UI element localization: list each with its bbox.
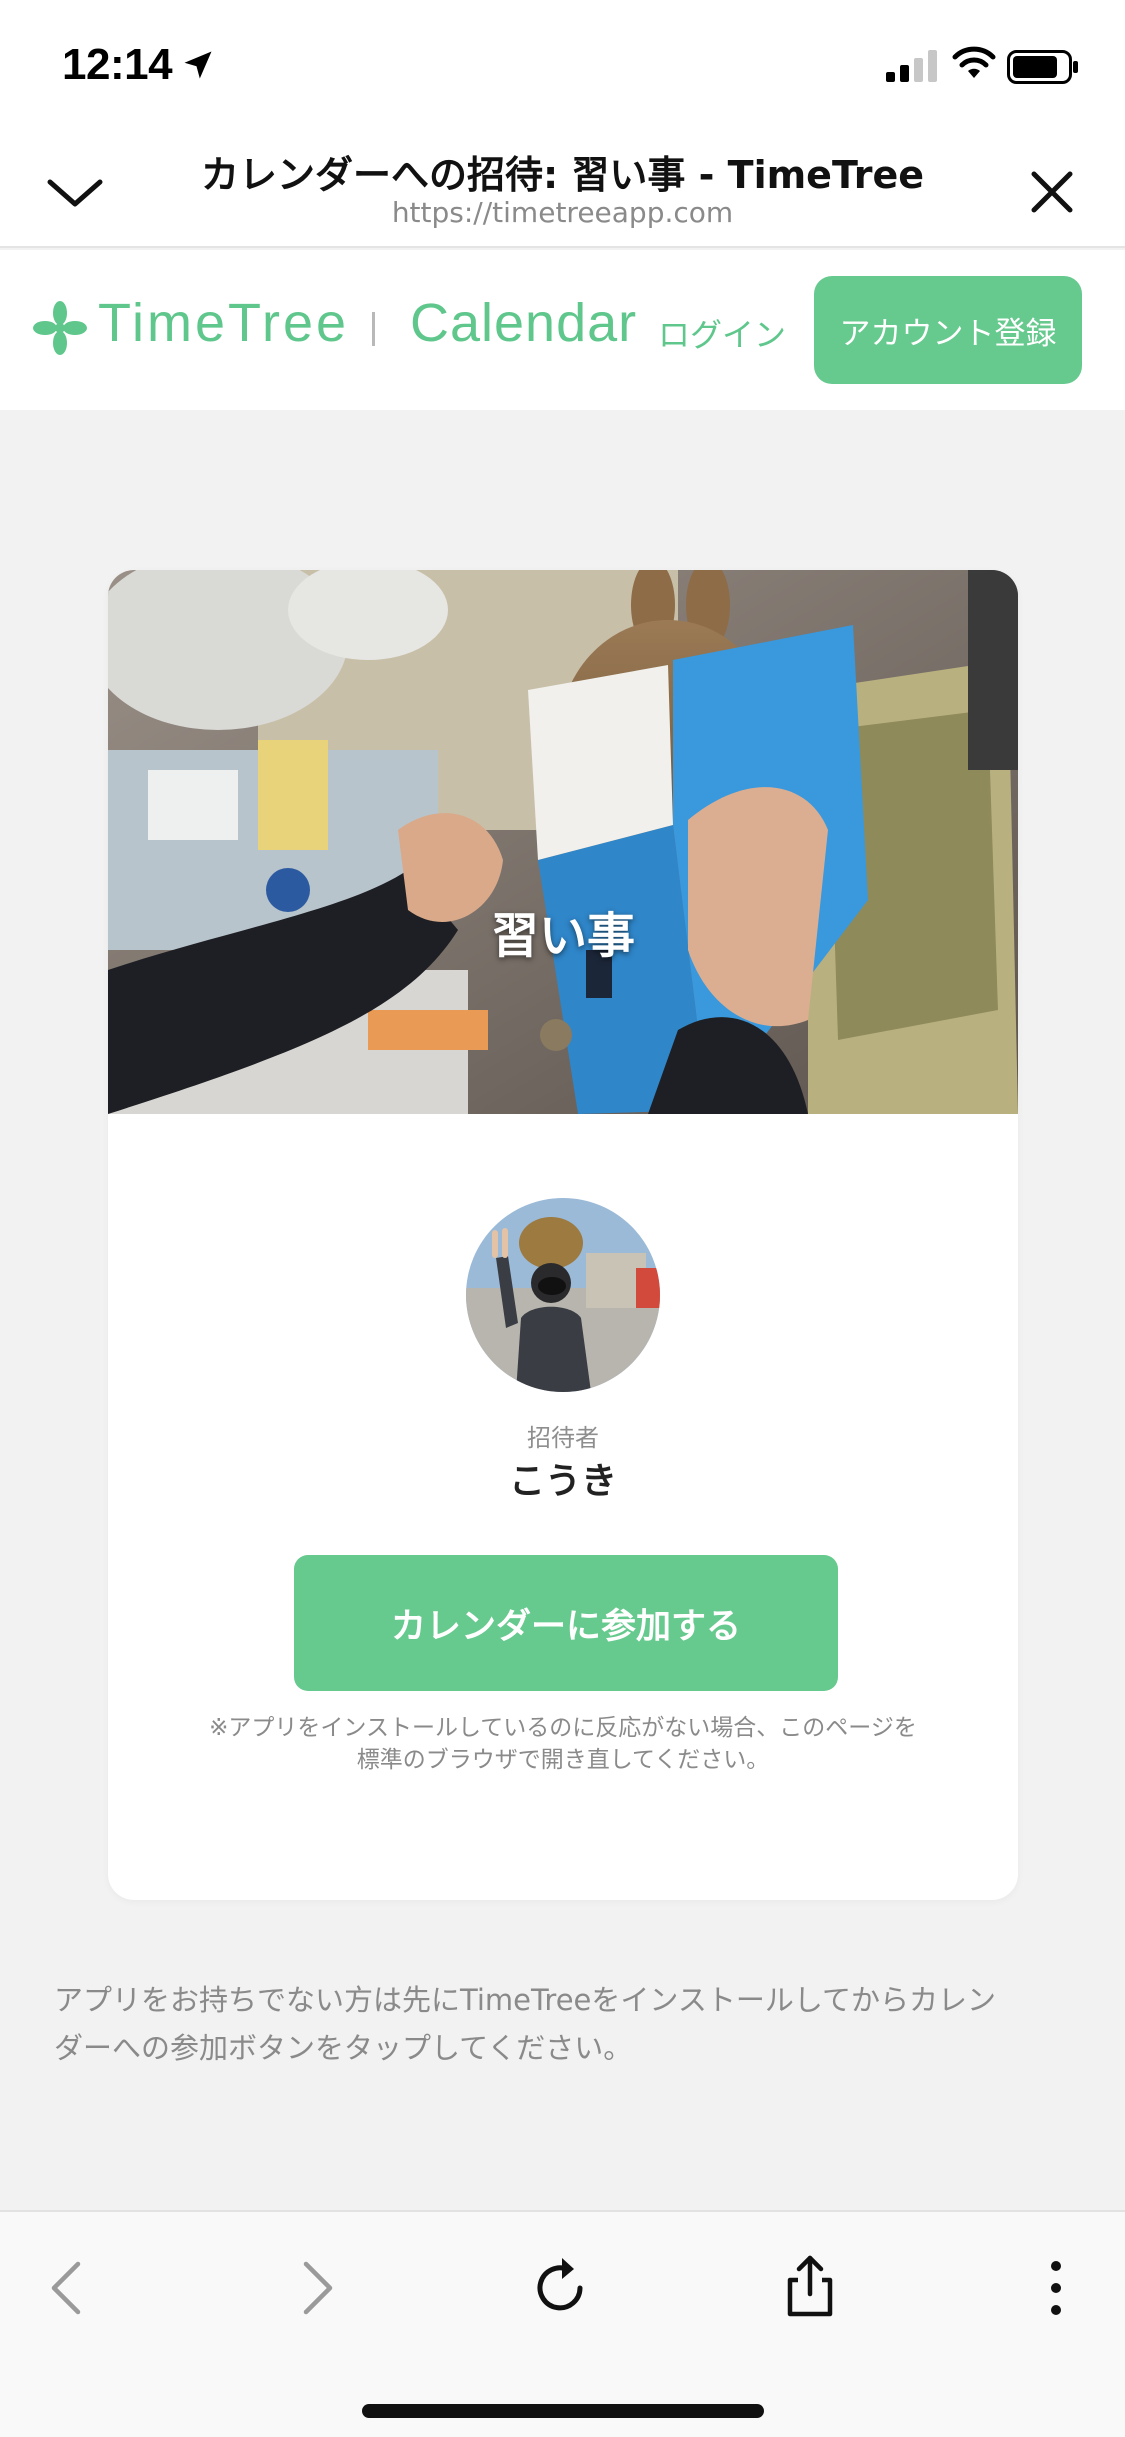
status-bar: 12:14 [0,0,1125,130]
install-note: ※アプリをインストールしているのに反応がない場合、このページを 標準のブラウザで… [148,1712,978,1776]
back-icon[interactable] [30,2248,110,2328]
browser-sheet-header: カレンダーへの招待: 習い事 - TimeTree https://timetr… [0,130,1125,248]
inviter-label: 招待者 [527,1424,599,1452]
timetree-leaf-logo-icon[interactable] [32,300,88,356]
footer-note-line: アプリをお持ちでない方は先にTimeTreeをインストールしてからカレン [54,1983,996,2017]
brand-name[interactable]: TimeTree [98,292,349,354]
reload-icon[interactable] [522,2248,602,2328]
battery-icon [1007,50,1078,84]
page-url[interactable]: https://timetreeapp.com [150,196,975,229]
calendar-cover-image [108,570,1018,1114]
install-note-line: ※アプリをインストールしているのに反応がない場合、このページを [209,1715,917,1741]
cellular-signal-icon [886,50,937,82]
calendar-name: 習い事 [490,908,635,964]
wifi-icon [952,46,996,78]
browser-toolbar [0,2210,1125,2437]
footer-note-line: ダーへの参加ボタンをタップしてください。 [54,2031,633,2065]
home-indicator[interactable] [362,2404,764,2418]
location-arrow-icon [184,51,212,79]
invitation-card: 習い事 招待者 こうき カレンダーに参加する ※アプリをインストールしているのに… [108,570,1018,1900]
brand-product: Calendar [410,293,638,353]
install-note-line: 標準のブラウザで開き直してください。 [356,1747,770,1773]
inviter-avatar [466,1198,660,1392]
site-header: TimeTree Calendar ログイン アカウント登録 [0,250,1125,410]
login-link[interactable]: ログイン [658,310,786,356]
forward-icon[interactable] [274,2248,354,2328]
more-icon[interactable] [1016,2248,1096,2328]
share-icon[interactable] [770,2248,850,2328]
signup-button[interactable]: アカウント登録 [814,276,1082,384]
chevron-down-icon[interactable] [40,162,110,222]
brand-divider [372,312,375,346]
status-time: 12:14 [62,40,173,89]
join-calendar-button[interactable]: カレンダーに参加する [294,1555,838,1691]
footer-note: アプリをお持ちでない方は先にTimeTreeをインストールしてからカレン ダーへ… [54,1976,1074,2072]
close-icon[interactable] [1020,160,1084,224]
page-title: カレンダーへの招待: 習い事 - TimeTree [200,153,924,197]
inviter-name: こうき [508,1461,617,1502]
